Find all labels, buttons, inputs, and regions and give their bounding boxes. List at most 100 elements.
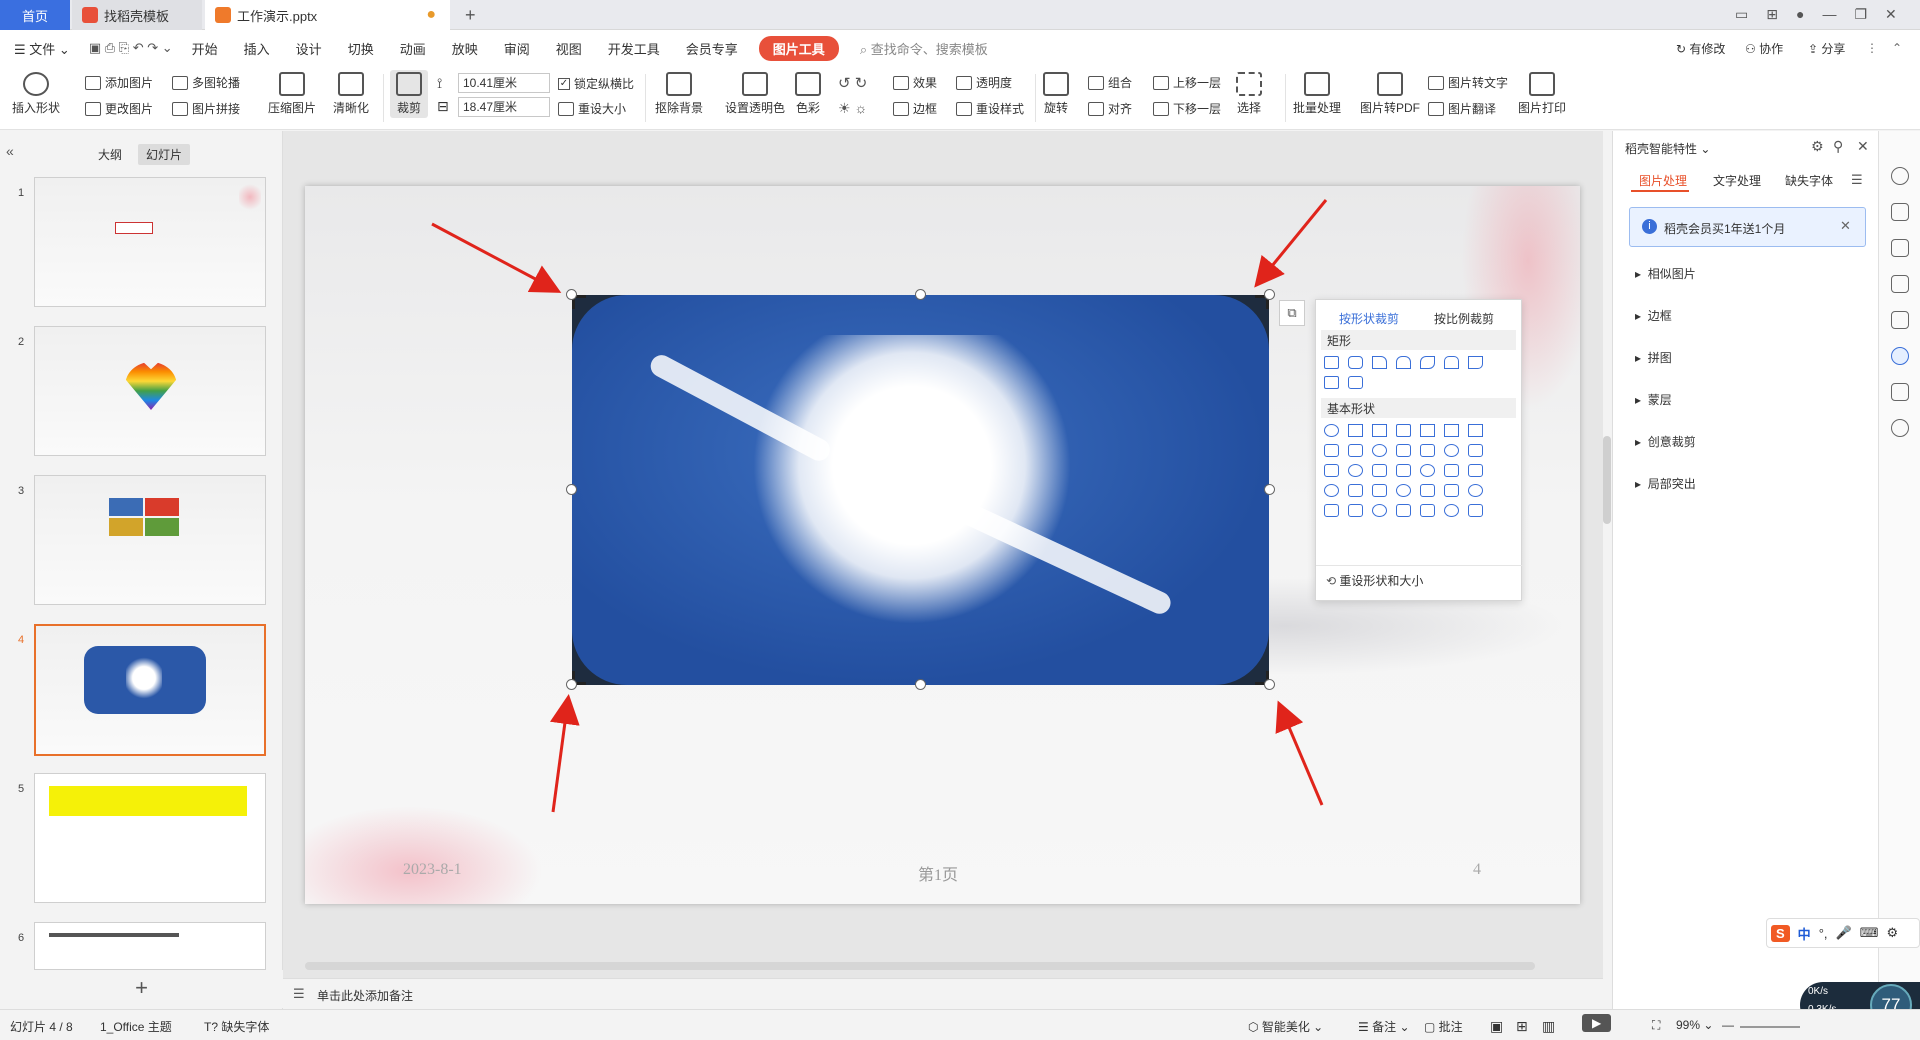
smart-beautify-button[interactable]: ⬡ 智能美化 ⌄	[1248, 1018, 1323, 1035]
reset-shape-size-button[interactable]: ⟲ 重设形状和大小	[1326, 572, 1423, 589]
star-icon[interactable]	[1891, 239, 1909, 257]
rocket-icon[interactable]	[1891, 167, 1909, 185]
tab-crop-by-shape[interactable]: 按形状裁剪	[1339, 310, 1399, 327]
basic-shape-icon[interactable]	[1396, 504, 1411, 517]
basic-shape-icon[interactable]	[1324, 444, 1339, 457]
basic-shape-icon[interactable]	[1396, 464, 1411, 477]
basic-shape-icon[interactable]	[1444, 484, 1459, 497]
crop-shape-popup: 按形状裁剪 按比例裁剪 矩形 基本形状 ⟲ 重设形状和大小	[1315, 299, 1523, 601]
basic-shape-icon[interactable]	[1420, 444, 1435, 457]
basic-shape-icon[interactable]	[1348, 444, 1363, 457]
missing-font-button[interactable]: T? 缺失字体	[204, 1018, 269, 1035]
basic-shape-icon[interactable]	[1420, 484, 1435, 497]
smart-feature-icon[interactable]	[1891, 347, 1909, 365]
menu-icon[interactable]: ☰	[1851, 172, 1863, 188]
sogou-icon: S	[1771, 924, 1790, 942]
shape-snip-round-icon[interactable]	[1444, 356, 1459, 369]
upload-speed: 0K/s	[1808, 986, 1829, 997]
zoom-out-icon[interactable]: —	[1722, 1018, 1734, 1032]
status-bar: 幻灯片 4 / 8 1_Office 主题 T? 缺失字体 ⬡ 智能美化 ⌄ ☰…	[0, 1009, 1920, 1040]
basic-shape-icon[interactable]	[1420, 464, 1435, 477]
active-tab-indicator	[1631, 190, 1689, 192]
basic-shape-icon[interactable]	[1324, 484, 1339, 497]
basic-shape-icon[interactable]	[1372, 504, 1387, 517]
reading-view-icon[interactable]: ▥	[1542, 1018, 1555, 1035]
basic-shape-icon[interactable]	[1444, 464, 1459, 477]
section-basic-shapes: 基本形状	[1321, 398, 1516, 418]
help-icon[interactable]	[1891, 419, 1909, 437]
basic-shape-icon[interactable]	[1348, 484, 1363, 497]
theme-name[interactable]: 1_Office 主题	[100, 1018, 172, 1035]
basic-shape-icon[interactable]	[1348, 504, 1363, 517]
basic-shape-icon[interactable]	[1372, 424, 1387, 437]
vertical-scrollbar[interactable]	[1603, 436, 1611, 524]
basic-shape-icon[interactable]	[1396, 424, 1411, 437]
tab-missing-fonts[interactable]: 缺失字体	[1785, 172, 1833, 189]
horizontal-scrollbar[interactable]	[305, 962, 1535, 970]
basic-shape-icon[interactable]	[1372, 484, 1387, 497]
basic-shape-icon[interactable]	[1372, 464, 1387, 477]
shape-rect2-icon[interactable]	[1324, 376, 1339, 389]
item-creative-crop[interactable]: ▸ 创意裁剪	[1635, 433, 1696, 450]
play-slideshow-button[interactable]: ▶	[1582, 1014, 1612, 1032]
basic-shape-icon[interactable]	[1468, 484, 1483, 497]
pin-icon[interactable]: ⚲	[1833, 138, 1843, 155]
close-banner-icon[interactable]: ✕	[1840, 218, 1851, 234]
arrow-top-left	[431, 222, 562, 293]
shape-rect-icon[interactable]	[1324, 356, 1339, 369]
basic-shape-icon[interactable]	[1396, 444, 1411, 457]
mic-icon: 🎤	[1835, 925, 1852, 940]
shape-snip-rect-icon[interactable]	[1372, 356, 1387, 369]
basic-shape-icon[interactable]	[1444, 424, 1459, 437]
basic-shape-icon[interactable]	[1420, 424, 1435, 437]
basic-shape-icon[interactable]	[1324, 464, 1339, 477]
item-similar-images[interactable]: ▸ 相似图片	[1635, 265, 1696, 282]
tab-crop-by-ratio[interactable]: 按比例裁剪	[1434, 310, 1494, 327]
tab-image-processing[interactable]: 图片处理	[1639, 172, 1687, 189]
zoom-slider[interactable]	[1740, 1026, 1800, 1028]
shape-round-rect-icon[interactable]	[1348, 356, 1363, 369]
member-banner[interactable]: i 稻壳会员买1年送1个月 ✕	[1629, 207, 1866, 247]
fit-window-icon[interactable]: ⛶	[1652, 1018, 1660, 1033]
notes-toggle-button[interactable]: ☰ 备注 ⌄	[1358, 1018, 1410, 1035]
basic-shape-icon[interactable]	[1468, 464, 1483, 477]
shape-diag-round-icon[interactable]	[1420, 356, 1435, 369]
shape-rect3-icon[interactable]	[1348, 376, 1363, 389]
notes-bar[interactable]: ☰ 单击此处添加备注	[283, 978, 1603, 1009]
reset-icon: ⟲	[1326, 574, 1337, 588]
copy-icon[interactable]	[1891, 275, 1909, 293]
normal-view-icon[interactable]: ▣	[1490, 1018, 1503, 1035]
smart-features-panel: 稻壳智能特性 ⌄ ⚙ ⚲ ✕ 图片处理 文字处理 缺失字体 ☰ i 稻壳会员买1…	[1612, 131, 1878, 1009]
basic-shape-icon[interactable]	[1348, 424, 1363, 437]
zoom-level[interactable]: 99% ⌄	[1676, 1018, 1713, 1032]
basic-shape-icon[interactable]	[1468, 504, 1483, 517]
basic-shape-icon[interactable]	[1468, 424, 1483, 437]
basic-shape-icon[interactable]	[1372, 444, 1387, 457]
basic-shape-icon[interactable]	[1324, 424, 1339, 437]
basic-shape-icon[interactable]	[1348, 464, 1363, 477]
crop-toggle-button[interactable]: ⧉	[1279, 300, 1305, 326]
basic-shape-icon[interactable]	[1444, 444, 1459, 457]
notes-placeholder: 单击此处添加备注	[317, 989, 414, 1003]
basic-shape-icon[interactable]	[1396, 484, 1411, 497]
ime-toolbar[interactable]: S 中 °, 🎤 ⌨ ⚙	[1766, 918, 1920, 948]
tab-text-processing[interactable]: 文字处理	[1713, 172, 1761, 189]
basic-shape-icon[interactable]	[1468, 444, 1483, 457]
basic-shape-icon[interactable]	[1420, 504, 1435, 517]
item-collage[interactable]: ▸ 拼图	[1635, 349, 1672, 366]
item-local-highlight[interactable]: ▸ 局部突出	[1635, 475, 1696, 492]
settings-icon[interactable]: ⚙	[1811, 138, 1824, 155]
shape-round-corner-icon[interactable]	[1468, 356, 1483, 369]
item-border[interactable]: ▸ 边框	[1635, 307, 1672, 324]
sorter-view-icon[interactable]: ⊞	[1516, 1018, 1528, 1035]
comment-button[interactable]: ▢ 批注	[1424, 1018, 1463, 1035]
adjust-icon[interactable]	[1891, 203, 1909, 221]
book-icon[interactable]	[1891, 383, 1909, 401]
close-panel-icon[interactable]: ✕	[1857, 138, 1869, 155]
shape-round-top-icon[interactable]	[1396, 356, 1411, 369]
arrow-top-right	[1254, 199, 1328, 288]
item-mask[interactable]: ▸ 蒙层	[1635, 391, 1672, 408]
basic-shape-icon[interactable]	[1444, 504, 1459, 517]
basic-shape-icon[interactable]	[1324, 504, 1339, 517]
image-edit-icon[interactable]	[1891, 311, 1909, 329]
